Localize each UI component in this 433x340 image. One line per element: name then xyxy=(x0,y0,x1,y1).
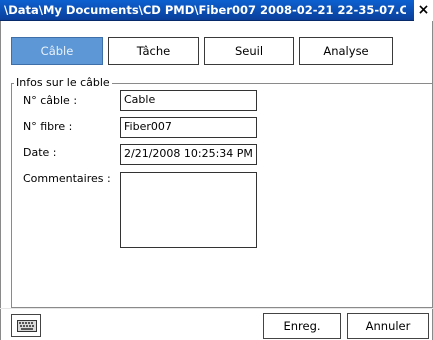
date-field[interactable]: 2/21/2008 10:25:34 PM xyxy=(120,144,257,165)
close-icon[interactable]: × xyxy=(414,0,433,21)
tab-analyse[interactable]: Analyse xyxy=(299,37,393,65)
fiber-number-field[interactable]: Fiber007 xyxy=(120,117,257,138)
comments-textarea[interactable] xyxy=(120,172,257,248)
tab-seuil[interactable]: Seuil xyxy=(204,37,294,65)
date-label: Date : xyxy=(23,146,57,159)
fiber-number-label: N° fibre : xyxy=(23,120,73,133)
cable-number-label: N° câble : xyxy=(23,94,78,107)
tab-cable[interactable]: Câble xyxy=(11,37,103,65)
tab-tache[interactable]: Tâche xyxy=(108,37,199,65)
keyboard-button[interactable] xyxy=(11,314,41,337)
comments-label: Commentaires : xyxy=(23,172,111,185)
window-title: \Data\My Documents\CD PMD\Fiber007 2008-… xyxy=(4,3,406,17)
cable-info-group-label: Infos sur le câble xyxy=(14,76,112,89)
cancel-button[interactable]: Annuler xyxy=(347,313,429,339)
save-button[interactable]: Enreg. xyxy=(263,313,341,339)
keyboard-icon xyxy=(17,320,37,332)
title-bar: \Data\My Documents\CD PMD\Fiber007 2008-… xyxy=(0,0,433,21)
footer-separator xyxy=(0,308,433,309)
cable-number-field[interactable]: Cable xyxy=(120,90,257,111)
